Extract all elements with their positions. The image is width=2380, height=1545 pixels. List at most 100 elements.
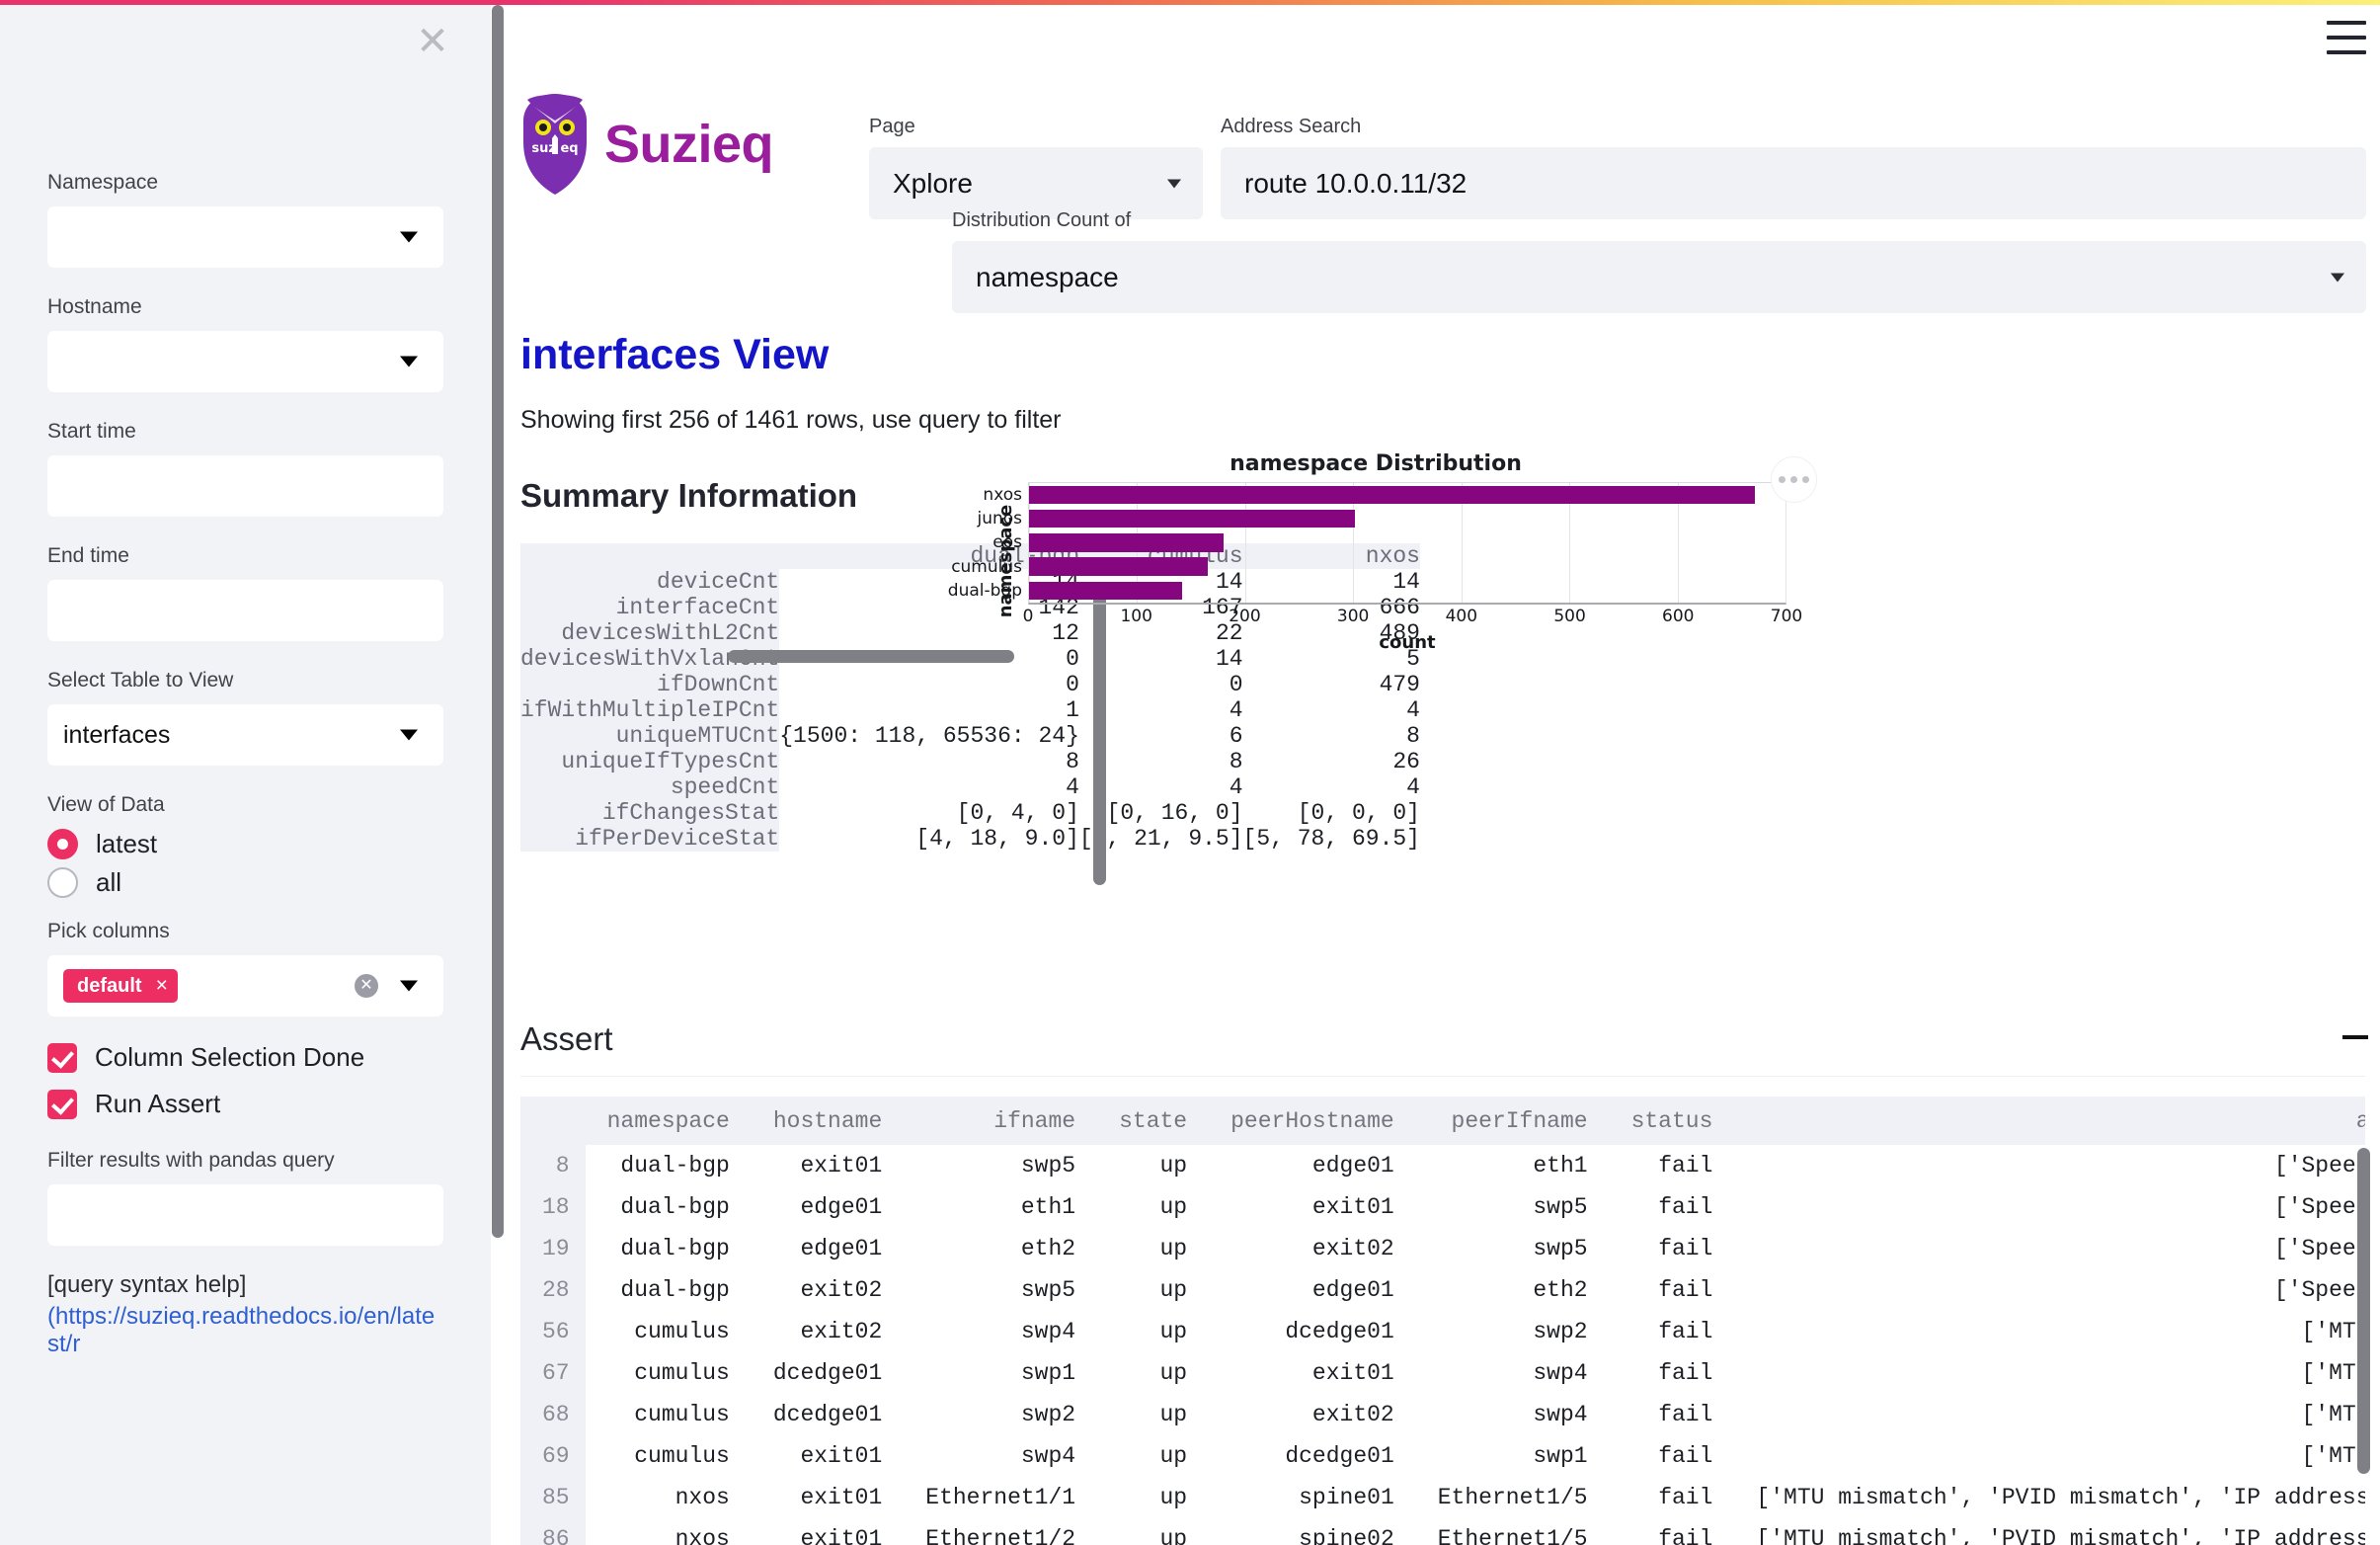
assert-cell-peerIfname: Ethernet1/5	[1415, 1518, 1610, 1545]
select-table-dropdown[interactable]: interfaces	[47, 704, 443, 766]
checkbox-checked-icon	[47, 1042, 77, 1073]
select-table-group: Select Table to View interfaces	[47, 669, 443, 766]
minus-icon[interactable]	[2342, 1035, 2368, 1039]
table-row: uniqueMTUCnt {1500: 118, 65536: 24} 6 8	[520, 723, 1420, 749]
summary-cell: 4	[1242, 697, 1420, 723]
assert-cell-namespace: cumulus	[585, 1352, 752, 1394]
radio-latest[interactable]: latest	[47, 829, 443, 859]
chart-bar[interactable]	[1029, 485, 1756, 505]
brand-name: Suzieq	[604, 115, 774, 174]
tag-remove-icon[interactable]: ×	[156, 974, 168, 998]
assert-cell-assertReason: ['Speed mismatch']	[1734, 1186, 2365, 1228]
assert-cell-peerHostname: exit01	[1209, 1186, 1416, 1228]
hamburger-menu-icon[interactable]	[2327, 21, 2366, 54]
top-accent-bar	[0, 0, 2380, 5]
chart-x-tick: 200	[1229, 607, 1261, 626]
checkbox-column-selection-done-label: Column Selection Done	[95, 1042, 365, 1072]
clear-icon[interactable]: ✕	[355, 974, 378, 998]
pandas-query-label: Filter results with pandas query	[47, 1149, 335, 1172]
assert-cell-assertReason: ['MTU mismatch']	[1734, 1311, 2365, 1352]
chart-category-label: cumulus	[951, 556, 1022, 577]
checkbox-column-selection-done[interactable]: Column Selection Done	[47, 1042, 443, 1073]
end-time-input[interactable]	[47, 580, 443, 641]
assert-row-index: 56	[520, 1311, 586, 1352]
assert-cell-hostname: dcedge01	[751, 1394, 905, 1435]
assert-cell-assertReason: ['MTU mismatch']	[1734, 1394, 2365, 1435]
assert-row-index: 8	[520, 1145, 586, 1186]
hostname-input[interactable]	[47, 331, 443, 392]
table-row: 8 dual-bgp exit01 swp5 up edge01 eth1 fail ['Spe…	[520, 1145, 2365, 1186]
assert-cell-peerHostname: exit02	[1209, 1228, 1416, 1269]
summary-row-label: interfaceCnt	[520, 595, 780, 620]
chart-bar[interactable]	[1029, 557, 1208, 576]
table-row: 68 cumulus dcedge01 swp2 up exit02 swp4 fail ['M…	[520, 1394, 2365, 1435]
checkbox-run-assert[interactable]: Run Assert	[47, 1089, 443, 1119]
assert-cell-peerHostname: exit02	[1209, 1394, 1416, 1435]
assert-cell-state: up	[1097, 1228, 1210, 1269]
assert-table-container[interactable]: namespace hostname ifname state peerHostname…	[520, 1097, 2365, 1545]
checkbox-checked-icon	[47, 1089, 77, 1119]
table-row: ifDownCnt 0 0 479	[520, 672, 1420, 697]
table-row: 18 dual-bgp edge01 eth1 up exit01 swp5 fail ['Sp…	[520, 1186, 2365, 1228]
pick-columns-input[interactable]: default × ✕	[47, 955, 443, 1016]
chart-bar[interactable]	[1029, 533, 1224, 552]
table-row: 19 dual-bgp edge01 eth2 up exit02 swp5 fail ['Sp…	[520, 1228, 2365, 1269]
pandas-query-input[interactable]	[47, 1184, 443, 1246]
radio-all-label: all	[96, 867, 122, 897]
assert-cell-state: up	[1097, 1518, 1210, 1545]
assert-cell-ifname: eth1	[904, 1186, 1098, 1228]
radio-all[interactable]: all	[47, 867, 443, 898]
namespace-field-group: Namespace	[47, 171, 443, 268]
page-label: Page	[869, 116, 915, 137]
summary-row-label: deviceCnt	[520, 569, 780, 595]
assert-cell-peerIfname: swp4	[1415, 1352, 1610, 1394]
distribution-count-dropdown[interactable]: namespace	[952, 241, 2366, 313]
assert-vertical-scrollbar[interactable]	[2357, 1148, 2370, 1474]
query-syntax-help-label: [query syntax help]	[47, 1271, 247, 1298]
assert-cell-peerHostname: spine02	[1209, 1518, 1416, 1545]
namespace-input[interactable]	[47, 206, 443, 268]
page-title: interfaces View	[520, 331, 830, 378]
assert-col-header: hostname	[751, 1097, 905, 1145]
query-syntax-help-link[interactable]: (https://suzieq.readthedocs.io/en/latest…	[47, 1303, 443, 1358]
chart-bar[interactable]	[1029, 581, 1183, 601]
assert-col-header: state	[1097, 1097, 1210, 1145]
chart-x-axis-label: count	[1379, 632, 1436, 653]
assert-cell-hostname: exit02	[751, 1269, 905, 1311]
assert-cell-namespace: nxos	[585, 1477, 752, 1518]
assert-cell-hostname: exit01	[751, 1145, 905, 1186]
chart-bar-row: cumulus	[951, 555, 1785, 579]
table-row: 69 cumulus exit01 swp4 up dcedge01 swp1 fail ['M…	[520, 1435, 2365, 1477]
brand-logo: suz eq Suzieq	[519, 91, 774, 198]
view-of-data-label: View of Data	[47, 793, 165, 816]
summary-row-label: devicesWithL2Cnt	[520, 620, 780, 646]
summary-cell: 8	[779, 749, 1079, 774]
table-row: speedCnt 4 4 4	[520, 774, 1420, 800]
summary-cell: {1500: 118, 65536: 24}	[779, 723, 1079, 749]
chart-title: namespace Distribution	[1230, 451, 1522, 476]
end-time-field-group: End time	[47, 544, 443, 641]
column-tag-label: default	[77, 974, 142, 997]
chart-options-icon[interactable]	[1771, 456, 1817, 503]
assert-col-header: peerIfname	[1415, 1097, 1610, 1145]
summary-cell: 0	[779, 672, 1079, 697]
summary-cell: [5, 78, 69.5]	[1242, 826, 1420, 852]
sidebar-scrollbar-thumb[interactable]	[492, 5, 504, 1238]
chevron-down-icon	[400, 980, 418, 992]
column-tag-default[interactable]: default ×	[63, 969, 178, 1003]
assert-cell-state: up	[1097, 1311, 1210, 1352]
table-row: uniqueIfTypesCnt 8 8 26	[520, 749, 1420, 774]
radio-all-icon	[47, 867, 78, 898]
summary-cell: 4	[1242, 774, 1420, 800]
assert-cell-status: fail	[1609, 1394, 1735, 1435]
summary-cell: 4	[779, 774, 1079, 800]
pandas-query-group: Filter results with pandas query	[47, 1149, 443, 1246]
distribution-chart: namespace Distribution namespace nxos jun…	[948, 451, 1817, 659]
table-row: 86 nxos exit01 Ethernet1/2 up spine02 Ethernet…	[520, 1518, 2365, 1545]
chart-bar[interactable]	[1029, 510, 1356, 529]
assert-cell-status: fail	[1609, 1435, 1735, 1477]
start-time-input[interactable]	[47, 455, 443, 517]
summary-cell: [0, 0, 0]	[1242, 800, 1420, 826]
assert-cell-status: fail	[1609, 1269, 1735, 1311]
summary-row-label: ifDownCnt	[520, 672, 780, 697]
